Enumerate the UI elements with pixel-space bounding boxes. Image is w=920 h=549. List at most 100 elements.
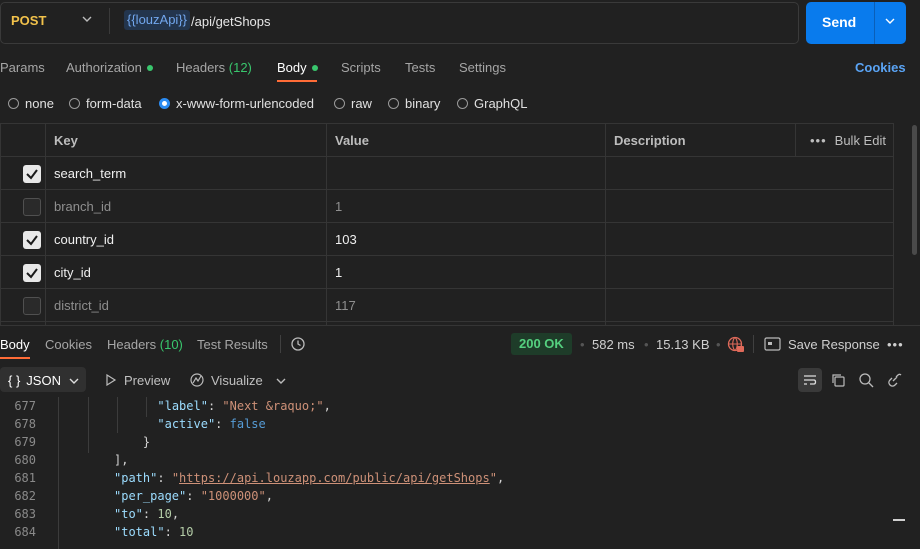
visualize-icon[interactable]	[189, 372, 205, 388]
save-response-button[interactable]: Save Response	[788, 337, 880, 352]
tab-label: Authorization	[66, 60, 142, 75]
url-input[interactable]: /api/getShops	[191, 14, 271, 29]
radio-graphql[interactable]: GraphQL	[457, 96, 527, 111]
param-value[interactable]	[326, 157, 335, 190]
status-badge[interactable]: 200 OK	[511, 333, 572, 355]
code-token[interactable]: https://api.louzapp.com/public/api/getSh…	[179, 471, 490, 485]
param-key[interactable]: country_id	[45, 223, 114, 256]
code-token: "label"	[157, 399, 208, 413]
row-checkbox[interactable]	[23, 198, 41, 216]
radio-circle[interactable]	[8, 98, 19, 109]
divider	[874, 2, 875, 44]
radio-label: none	[25, 96, 54, 111]
radio-form-data[interactable]: form-data	[69, 96, 142, 111]
code-text: "per_page": "1000000",	[114, 487, 273, 505]
param-key[interactable]: branch_id	[45, 190, 111, 223]
method-select[interactable]: POST	[11, 13, 46, 28]
param-key[interactable]: district_id	[45, 289, 109, 322]
tab-headers[interactable]: Headers (12)	[176, 60, 252, 75]
row-checkbox[interactable]	[23, 297, 41, 315]
more-icon[interactable]: •••	[887, 337, 904, 352]
line-number: 684	[14, 525, 36, 539]
code-token: ,	[265, 489, 273, 503]
radio-raw[interactable]: raw	[334, 96, 372, 111]
separator-dot: •	[644, 337, 649, 352]
bulk-edit-button[interactable]: ••• Bulk Edit	[801, 124, 886, 157]
preview-button[interactable]: Preview	[124, 373, 170, 388]
code-token: "	[171, 471, 180, 485]
code-text: ],	[114, 451, 128, 469]
tab-params[interactable]: Params	[0, 60, 45, 75]
more-icon[interactable]: •••	[810, 133, 827, 148]
wrap-lines-icon[interactable]	[802, 372, 818, 388]
radio-circle[interactable]	[388, 98, 399, 109]
radio-circle[interactable]	[334, 98, 345, 109]
globe-icon[interactable]	[727, 336, 745, 354]
format-select-label[interactable]: { } JSON	[8, 373, 61, 388]
param-key[interactable]: city_id	[45, 256, 91, 289]
radio-none[interactable]: none	[8, 96, 54, 111]
response-tab-headers[interactable]: Headers (10)	[107, 337, 183, 352]
save-response-icon[interactable]	[764, 337, 782, 351]
chevron-down-icon[interactable]	[885, 16, 895, 26]
code-token: "to"	[114, 507, 143, 521]
visualize-button[interactable]: Visualize	[211, 373, 263, 388]
tab-authorization[interactable]: Authorization	[66, 60, 153, 75]
response-time[interactable]: 582 ms	[592, 337, 635, 352]
tab-label: Headers	[107, 337, 157, 352]
row-checkbox[interactable]	[23, 264, 41, 282]
param-value[interactable]: 1	[326, 256, 342, 289]
divider	[753, 335, 754, 353]
indent-guide	[88, 397, 89, 453]
scrollbar[interactable]	[912, 125, 917, 255]
radio-urlencoded[interactable]: x-www-form-urlencoded	[159, 96, 314, 111]
tab-body[interactable]: Body	[277, 60, 318, 75]
tab-count: (12)	[228, 60, 252, 75]
radio-label: GraphQL	[474, 96, 528, 111]
url-variable[interactable]: {{louzApi}}	[124, 10, 191, 30]
param-key[interactable]: search_term	[45, 157, 126, 190]
radio-label: form-data	[86, 96, 142, 111]
param-value[interactable]: 1	[326, 190, 342, 223]
search-icon[interactable]	[858, 372, 874, 388]
code-token: "active"	[157, 417, 216, 431]
bulk-edit-label: Bulk Edit	[834, 133, 886, 148]
chevron-down-icon[interactable]	[69, 376, 79, 386]
radio-circle[interactable]	[69, 98, 80, 109]
minimap-indicator	[893, 519, 905, 521]
separator-dot: •	[580, 337, 585, 352]
send-button-label[interactable]: Send	[822, 14, 856, 30]
response-tab-cookies[interactable]: Cookies	[45, 337, 92, 352]
response-size[interactable]: 15.13 KB	[656, 337, 710, 352]
tab-label: Headers	[176, 60, 226, 75]
tab-label: Body	[277, 60, 307, 75]
row-checkbox[interactable]	[23, 165, 41, 183]
radio-circle-selected[interactable]	[159, 98, 170, 109]
table-row: district_id 117	[1, 289, 893, 322]
code-token: }	[142, 435, 151, 449]
response-tab-test-results[interactable]: Test Results	[197, 337, 268, 352]
tab-tests[interactable]: Tests	[405, 60, 435, 75]
code-token: ,	[171, 507, 180, 521]
link-icon[interactable]	[886, 372, 902, 388]
code-text: }	[143, 433, 150, 451]
tab-scripts[interactable]: Scripts	[341, 60, 381, 75]
chevron-down-icon[interactable]	[276, 376, 286, 386]
copy-icon[interactable]	[830, 372, 846, 388]
response-tab-body[interactable]: Body	[0, 337, 30, 352]
param-value[interactable]: 117	[326, 289, 356, 322]
radio-binary[interactable]: binary	[388, 96, 440, 111]
row-checkbox[interactable]	[23, 231, 41, 249]
cookies-link[interactable]: Cookies	[855, 60, 906, 75]
param-value[interactable]: 103	[326, 223, 357, 256]
active-dot	[311, 64, 318, 71]
play-icon[interactable]	[105, 374, 117, 386]
chevron-down-icon[interactable]	[82, 13, 92, 25]
radio-circle[interactable]	[457, 98, 468, 109]
code-token: "total"	[114, 525, 165, 539]
code-text: "to": 10,	[114, 505, 179, 523]
history-icon[interactable]	[290, 336, 306, 352]
tab-settings[interactable]: Settings	[459, 60, 506, 75]
params-table: Key Value Description ••• Bulk Edit searc…	[0, 123, 894, 331]
response-code-view[interactable]: 677 "label": "Next &raquo;", 678 "active": …	[0, 397, 920, 549]
